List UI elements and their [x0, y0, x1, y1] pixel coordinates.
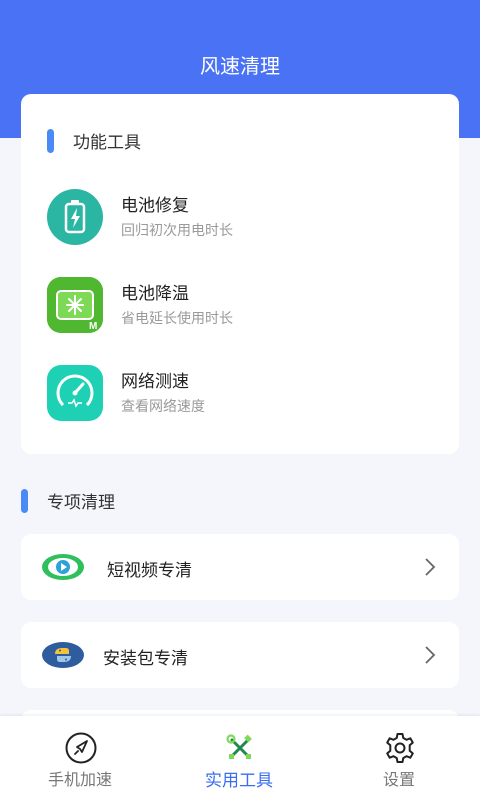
tools-icon	[226, 734, 252, 759]
row-short-video-clean[interactable]: 短视频专清	[21, 534, 459, 600]
nav-item-phone-boost[interactable]: 手机加速	[10, 716, 150, 800]
tools-section-header: 功能工具	[47, 128, 141, 153]
tool-desc: 省电延长使用时长	[121, 311, 233, 327]
battery-repair-icon	[47, 189, 103, 245]
tool-desc: 查看网络速度	[121, 399, 205, 415]
tool-item-battery-repair[interactable]: 电池修复 回归初次用电时长	[47, 189, 437, 249]
row-package-clean[interactable]: 安装包专清	[21, 622, 459, 688]
tools-card: 功能工具 电池修复 回归初次用电时长 M 电池降温 省电延长使用时长 网络测速 …	[21, 94, 459, 454]
tool-name: 电池降温	[121, 284, 189, 304]
chevron-right-icon	[425, 558, 436, 576]
row-label: 短视频专清	[107, 561, 192, 581]
speedometer-icon	[47, 365, 103, 421]
nav-label: 手机加速	[47, 770, 112, 789]
package-icon	[42, 642, 84, 668]
tool-name: 电池修复	[121, 196, 189, 216]
section-bar	[47, 128, 54, 153]
svg-text:M: M	[89, 321, 97, 332]
battery-cool-icon: M	[47, 277, 103, 333]
page-title: 风速清理	[200, 54, 280, 78]
special-section-title: 专项清理	[47, 493, 115, 513]
row-label: 安装包专清	[103, 649, 188, 669]
special-section-header: 专项清理	[21, 488, 115, 513]
tool-name: 网络测速	[121, 372, 189, 392]
nav-label: 实用工具	[205, 771, 273, 791]
short-video-icon	[42, 554, 84, 580]
bottom-nav: 手机加速 实用工具 设置	[0, 716, 480, 800]
nav-item-settings[interactable]: 设置	[329, 716, 469, 800]
tool-desc: 回归初次用电时长	[121, 223, 233, 239]
tool-item-speed-test[interactable]: 网络测速 查看网络速度	[47, 365, 437, 425]
rocket-icon	[65, 732, 97, 764]
section-bar	[21, 488, 28, 513]
tools-section-title: 功能工具	[73, 133, 141, 153]
gear-icon	[386, 733, 414, 763]
tool-item-battery-cool[interactable]: M 电池降温 省电延长使用时长	[47, 277, 437, 337]
chevron-right-icon	[425, 646, 436, 664]
nav-item-tools[interactable]: 实用工具	[169, 716, 309, 800]
nav-label: 设置	[382, 770, 415, 789]
